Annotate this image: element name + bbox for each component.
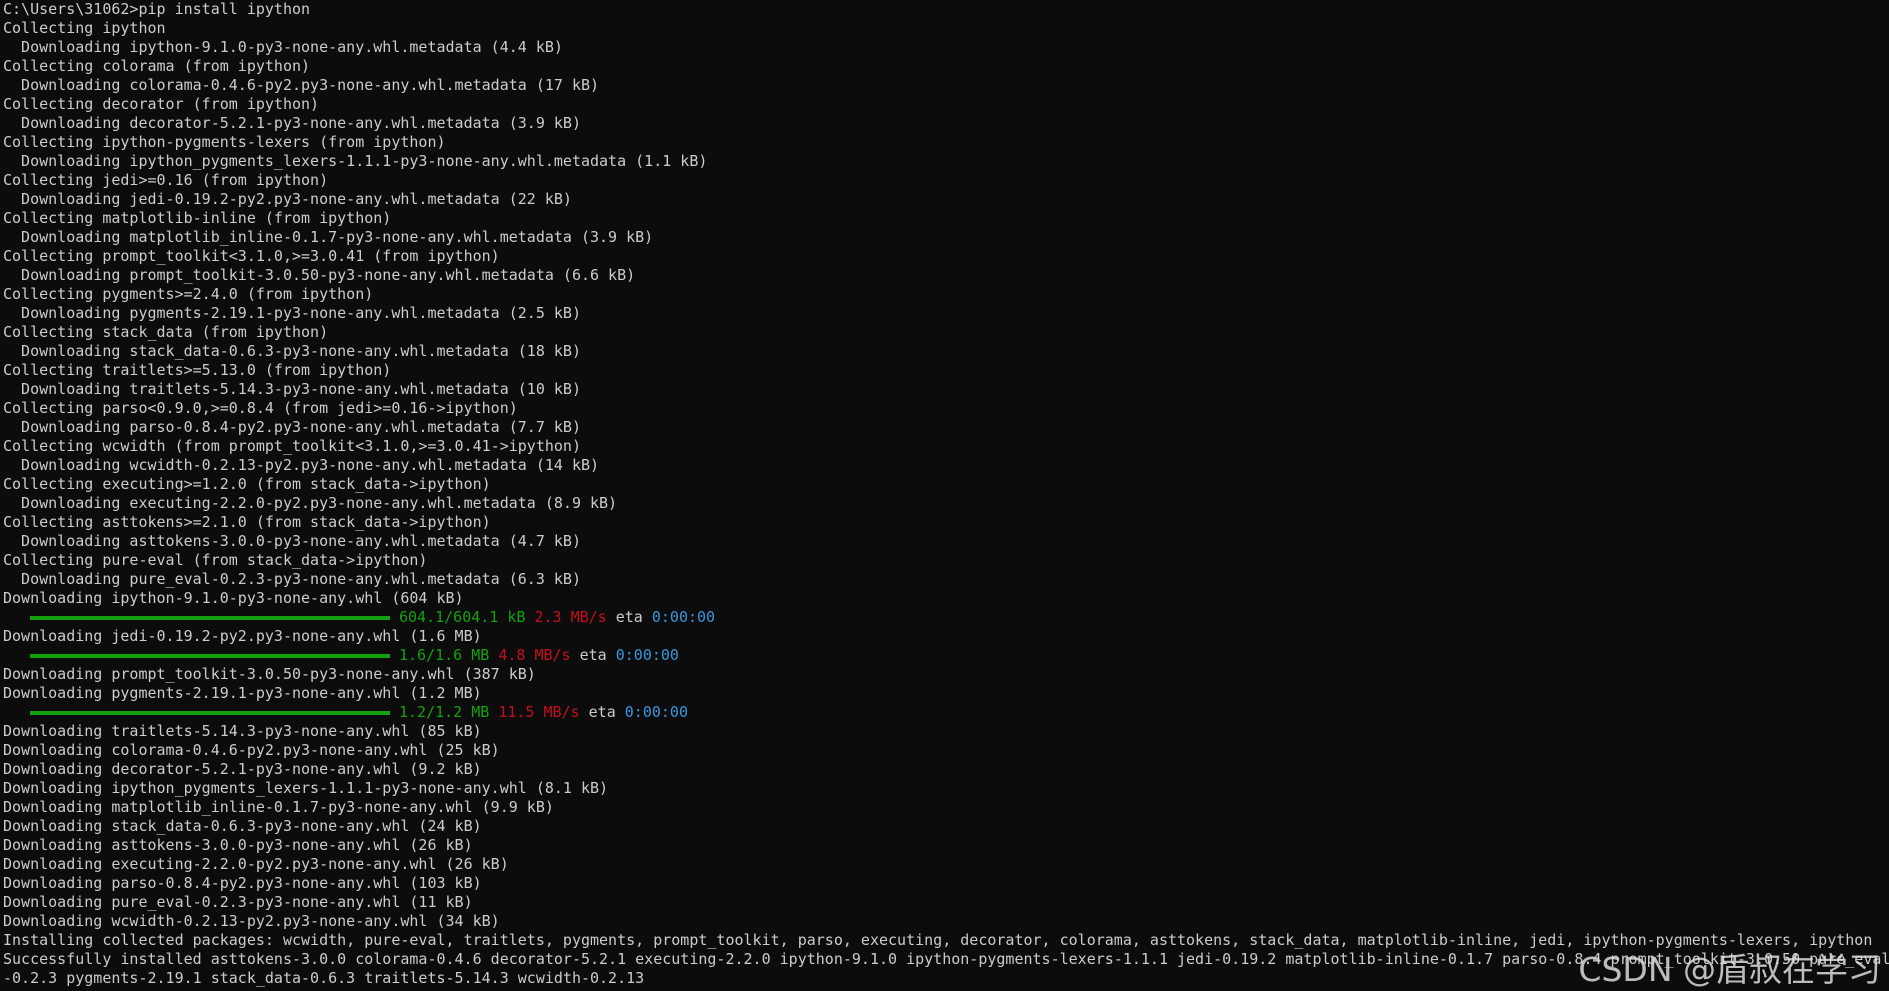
progress-eta-2: 0:00:00 [615, 646, 679, 664]
output-line: Downloading stack_data-0.6.3-py3-none-an… [3, 817, 482, 835]
output-line: Collecting ipython [3, 19, 166, 37]
output-line: Downloading traitlets-5.14.3-py3-none-an… [3, 380, 581, 398]
output-line: Collecting stack_data (from ipython) [3, 323, 329, 341]
progress-row-2: 1.6/1.6 MB 4.8 MB/s eta 0:00:00 [3, 646, 1889, 665]
output-line: Downloading asttokens-3.0.0-py3-none-any… [3, 532, 581, 550]
progress-eta-label-1: eta [615, 608, 643, 626]
output-line: Downloading matplotlib_inline-0.1.7-py3-… [3, 798, 554, 816]
progress-bar-1 [30, 615, 390, 620]
output-line: Downloading wcwidth-0.2.13-py2.py3-none-… [3, 456, 600, 474]
output-line: Collecting matplotlib-inline (from ipyth… [3, 209, 392, 227]
output-line: Collecting wcwidth (from prompt_toolkit<… [3, 437, 581, 455]
output-line: Collecting executing>=1.2.0 (from stack_… [3, 475, 491, 493]
terminal-window[interactable]: C:\Users\31062>pip install ipython Collec… [0, 0, 1889, 991]
terminal-output: C:\Users\31062>pip install ipython Collec… [3, 0, 1889, 608]
output-line: Downloading wcwidth-0.2.13-py2.py3-none-… [3, 912, 500, 930]
output-line: Collecting colorama (from ipython) [3, 57, 311, 75]
output-line: Downloading ipython-9.1.0-py3-none-any.w… [3, 589, 464, 607]
output-line: Collecting pure-eval (from stack_data->i… [3, 551, 428, 569]
progress-size-3: 1.2/1.2 MB [399, 703, 490, 721]
output-line: Downloading pure_eval-0.2.3-py3-none-any… [3, 893, 473, 911]
output-line: C:\Users\31062>pip install ipython [3, 0, 311, 18]
csdn-watermark: CSDN @盾叔在学习 [1578, 950, 1881, 989]
progress-eta-label-3: eta [588, 703, 616, 721]
progress-speed-3: 11.5 MB/s [498, 703, 580, 721]
output-line: Downloading jedi-0.19.2-py2.py3-none-any… [3, 627, 482, 645]
output-line: Downloading prompt_toolkit-3.0.50-py3-no… [3, 665, 536, 683]
output-line: Downloading colorama-0.4.6-py2.py3-none-… [3, 741, 500, 759]
output-line: Downloading traitlets-5.14.3-py3-none-an… [3, 722, 482, 740]
progress-eta-1: 0:00:00 [651, 608, 716, 626]
output-line: Downloading executing-2.2.0-py2.py3-none… [3, 855, 509, 873]
output-line: Downloading decorator-5.2.1-py3-none-any… [3, 114, 581, 132]
output-line: Downloading executing-2.2.0-py2.py3-none… [3, 494, 618, 512]
output-line: Downloading parso-0.8.4-py2.py3-none-any… [3, 418, 581, 436]
output-line: Collecting traitlets>=5.13.0 (from ipyth… [3, 361, 392, 379]
output-line: Downloading pure_eval-0.2.3-py3-none-any… [3, 570, 581, 588]
output-line: Downloading ipython-9.1.0-py3-none-any.w… [3, 38, 563, 56]
terminal-output-block-3: Downloading prompt_toolkit-3.0.50-py3-no… [3, 665, 1889, 703]
progress-eta-3: 0:00:00 [624, 703, 688, 721]
output-line: Downloading ipython_pygments_lexers-1.1.… [3, 779, 609, 797]
output-line: Downloading prompt_toolkit-3.0.50-py3-no… [3, 266, 636, 284]
terminal-output-block-4: Downloading traitlets-5.14.3-py3-none-an… [3, 722, 1889, 988]
output-line: Collecting jedi>=0.16 (from ipython) [3, 171, 329, 189]
output-line: Downloading colorama-0.4.6-py2.py3-none-… [3, 76, 600, 94]
progress-eta-label-2: eta [579, 646, 607, 664]
output-line: Collecting prompt_toolkit<3.1.0,>=3.0.41… [3, 247, 500, 265]
output-line: Downloading matplotlib_inline-0.1.7-py3-… [3, 228, 654, 246]
output-line: Downloading ipython_pygments_lexers-1.1.… [3, 152, 708, 170]
output-line: Collecting ipython-pygments-lexers (from… [3, 133, 446, 151]
output-line: Downloading pygments-2.19.1-py3-none-any… [3, 304, 581, 322]
progress-row-3: 1.2/1.2 MB 11.5 MB/s eta 0:00:00 [3, 703, 1889, 722]
output-line: Downloading pygments-2.19.1-py3-none-any… [3, 684, 482, 702]
progress-size-2: 1.6/1.6 MB [399, 646, 490, 664]
progress-bar-2 [30, 653, 390, 658]
output-line: Collecting parso<0.9.0,>=0.8.4 (from jed… [3, 399, 518, 417]
progress-size-1: 604.1/604.1 kB [399, 608, 526, 626]
progress-speed-1: 2.3 MB/s [534, 608, 607, 626]
output-line: Downloading decorator-5.2.1-py3-none-any… [3, 760, 482, 778]
output-line: Downloading stack_data-0.6.3-py3-none-an… [3, 342, 581, 360]
output-line: Installing collected packages: wcwidth, … [3, 931, 1873, 949]
progress-bar-3 [30, 710, 390, 715]
output-line: Downloading parso-0.8.4-py2.py3-none-any… [3, 874, 482, 892]
progress-row-1: 604.1/604.1 kB 2.3 MB/s eta 0:00:00 [3, 608, 1889, 627]
output-line: Downloading asttokens-3.0.0-py3-none-any… [3, 836, 473, 854]
output-line: Collecting decorator (from ipython) [3, 95, 320, 113]
terminal-output-block-2: Downloading jedi-0.19.2-py2.py3-none-any… [3, 627, 1889, 646]
progress-speed-2: 4.8 MB/s [498, 646, 571, 664]
output-line: Collecting pygments>=2.4.0 (from ipython… [3, 285, 374, 303]
output-line: Collecting asttokens>=2.1.0 (from stack_… [3, 513, 491, 531]
output-line: Downloading jedi-0.19.2-py2.py3-none-any… [3, 190, 572, 208]
